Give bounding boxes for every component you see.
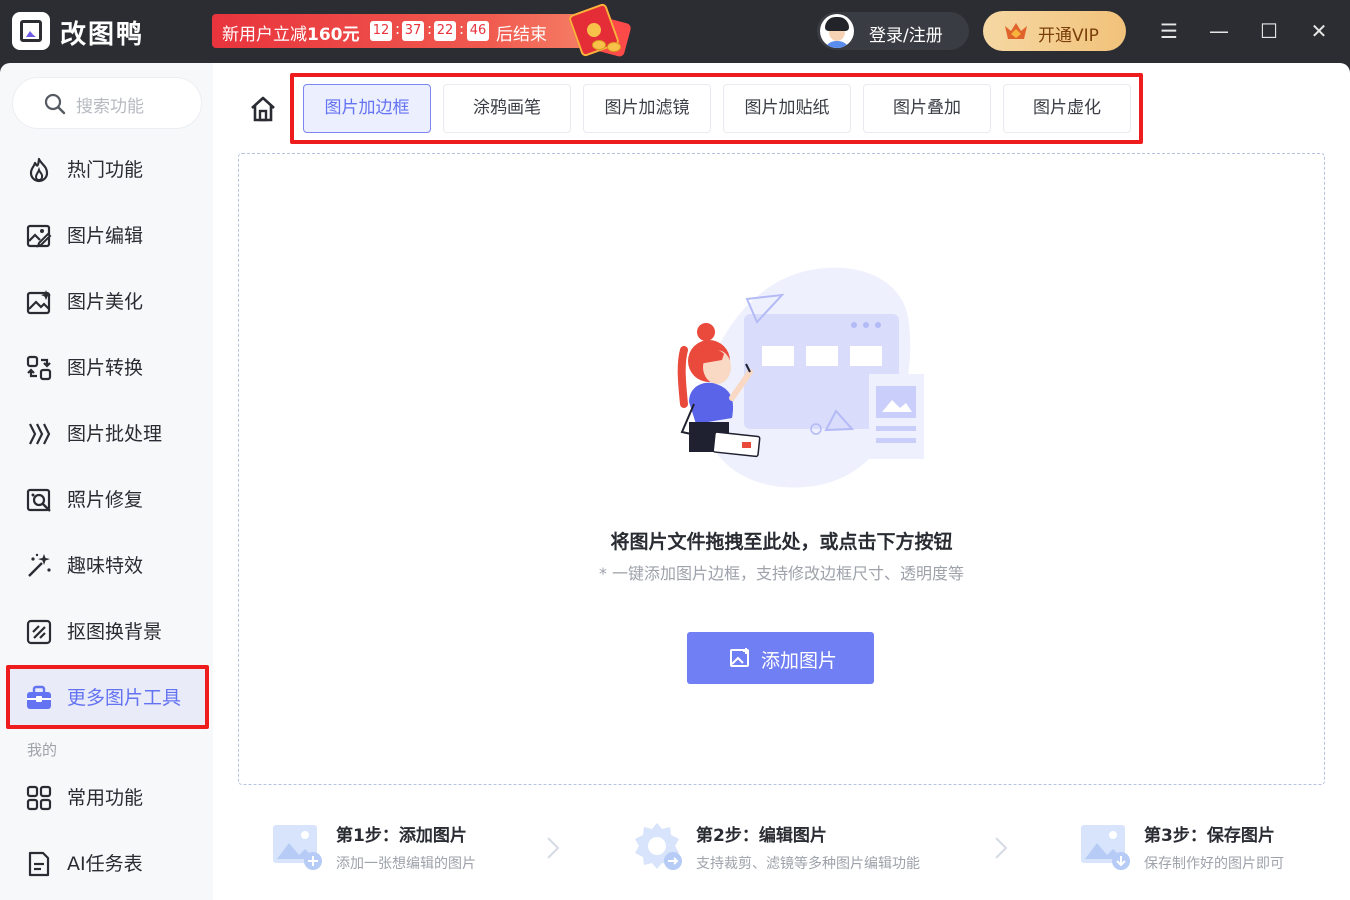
close-icon[interactable]: ✕ <box>1306 18 1332 44</box>
sidebar-item-hot[interactable]: 热门功能 <box>8 139 208 199</box>
countdown-minutes: 37 <box>402 21 424 41</box>
login-label: 登录/注册 <box>869 26 943 46</box>
step-title: 第2步：编辑图片 <box>696 826 827 846</box>
sidebar-item-label: 热门功能 <box>67 159 144 181</box>
step-title: 第1步：添加图片 <box>336 826 467 846</box>
main-panel: 图片加边框 涂鸦画笔 图片加滤镜 图片加贴纸 图片叠加 图片虚化 将图片文件拖拽… <box>213 63 1350 900</box>
drop-zone[interactable]: 将图片文件拖拽至此处，或点击下方按钮 * 一键添加图片边框，支持修改边框尺寸、透… <box>238 153 1325 785</box>
drop-subtitle: * 一键添加图片边框，支持修改边框尺寸、透明度等 <box>598 564 965 583</box>
login-button[interactable]: 登录/注册 <box>817 12 969 50</box>
title-bar: 改图鸭 新用户立减160元 12 : 37 : 22 : 46 后结束 登录/注… <box>0 0 1350 63</box>
coin-icon <box>592 40 606 50</box>
upload-illustration <box>677 267 924 488</box>
sidebar-item-label: 图片批处理 <box>67 423 163 445</box>
countdown-seconds: 22 <box>434 21 456 41</box>
sidebar-item-label: 趣味特效 <box>67 555 144 577</box>
promo-banner[interactable]: 新用户立减160元 12 : 37 : 22 : 46 后结束 <box>212 2 632 58</box>
home-icon[interactable] <box>249 95 277 123</box>
tabs-highlight-outline <box>290 73 1143 144</box>
image-sparkle-icon <box>26 290 51 315</box>
step-1: 第1步：添加图片 添加一张想编辑的图片 <box>271 819 571 879</box>
countdown-hours: 12 <box>370 21 392 41</box>
sidebar-item-label: 照片修复 <box>67 489 144 511</box>
avatar <box>820 14 854 48</box>
sidebar-item-image-edit[interactable]: 图片编辑 <box>8 205 208 265</box>
grid-icon <box>26 785 52 811</box>
sidebar-item-beautify[interactable]: 图片美化 <box>8 271 208 331</box>
step-title: 第3步：保存图片 <box>1144 826 1275 846</box>
sidebar-item-label: 图片编辑 <box>67 225 144 247</box>
highlight-outline <box>6 665 209 729</box>
drop-title: 将图片文件拖拽至此处，或点击下方按钮 <box>610 531 953 553</box>
step-desc: 保存制作好的图片即可 <box>1144 856 1284 872</box>
batch-icon <box>29 423 51 445</box>
image-edit-icon <box>26 224 52 248</box>
coin-icon <box>607 42 621 52</box>
search-input[interactable]: 搜索功能 <box>12 77 202 129</box>
search-icon <box>44 93 66 115</box>
vip-label: 开通VIP <box>1038 26 1099 46</box>
app-name: 改图鸭 <box>60 20 145 50</box>
crown-icon <box>1005 23 1027 39</box>
section-mine-heading: 我的 <box>27 741 58 759</box>
sidebar-item-label: 图片转换 <box>67 357 144 379</box>
maximize-icon[interactable]: ☐ <box>1256 18 1282 44</box>
convert-icon <box>26 355 52 381</box>
sidebar-item-photo-repair[interactable]: 照片修复 <box>8 469 208 529</box>
step-3: 第3步：保存图片 保存制作好的图片即可 <box>1079 819 1329 879</box>
sidebar-item-label: 常用功能 <box>67 787 144 809</box>
promo-prefix: 新用户立减 <box>222 25 307 45</box>
minimize-icon[interactable]: — <box>1206 18 1232 44</box>
promo-amount: 160元 <box>307 25 360 45</box>
app-logo-icon <box>12 12 50 50</box>
sidebar-item-cutout[interactable]: 抠图换背景 <box>8 601 208 661</box>
flame-icon <box>29 157 49 183</box>
sidebar-item-label: 抠图换背景 <box>67 621 163 643</box>
step-desc: 添加一张想编辑的图片 <box>336 856 476 872</box>
add-image-label: 添加图片 <box>761 650 838 672</box>
sidebar-item-label: 图片美化 <box>67 291 144 313</box>
magic-wand-icon <box>28 553 51 577</box>
sidebar: 搜索功能 热门功能 图片编辑 图片美化 图片转换 图片批处理 照片修复 趣味特效… <box>0 63 213 900</box>
sidebar-item-ai-tasks[interactable]: AI任务表 <box>8 833 208 893</box>
edit-gear-step-icon <box>635 823 682 870</box>
save-image-step-icon <box>1081 825 1130 870</box>
add-image-step-icon <box>273 825 322 870</box>
sidebar-item-fun-effects[interactable]: 趣味特效 <box>8 535 208 595</box>
step-2: 第2步：编辑图片 支持裁剪、滤镜等多种图片编辑功能 <box>631 819 971 879</box>
vip-button[interactable]: 开通VIP <box>983 11 1126 51</box>
document-icon <box>28 851 50 877</box>
photo-repair-icon <box>26 488 51 512</box>
chevron-right-icon <box>547 837 560 859</box>
sidebar-item-batch[interactable]: 图片批处理 <box>8 403 208 463</box>
cutout-icon <box>26 619 52 645</box>
countdown-centiseconds: 46 <box>467 21 489 41</box>
promo-suffix: 后结束 <box>496 25 547 45</box>
sidebar-item-convert[interactable]: 图片转换 <box>8 337 208 397</box>
search-placeholder: 搜索功能 <box>76 97 144 117</box>
step-desc: 支持裁剪、滤镜等多种图片编辑功能 <box>696 856 920 872</box>
menu-icon[interactable]: ☰ <box>1156 18 1182 44</box>
add-image-button[interactable]: 添加图片 <box>687 632 874 684</box>
sidebar-item-favorites[interactable]: 常用功能 <box>8 767 208 827</box>
chevron-right-icon <box>995 837 1008 859</box>
sidebar-item-label: AI任务表 <box>67 853 143 875</box>
add-image-icon <box>730 648 749 667</box>
